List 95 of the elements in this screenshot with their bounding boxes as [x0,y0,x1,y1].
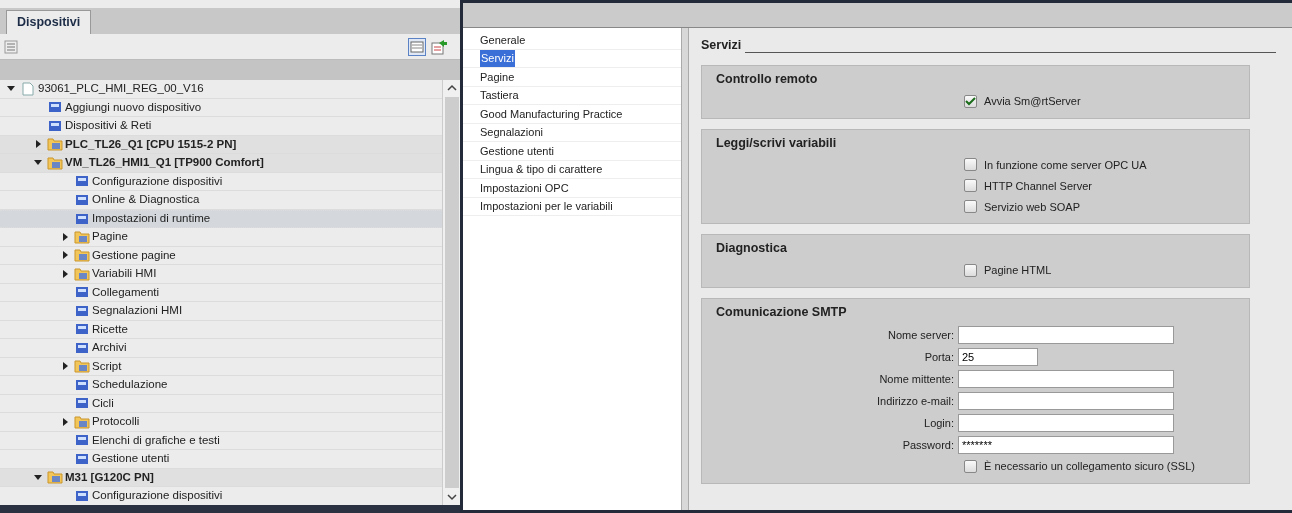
checkbox-label: HTTP Channel Server [984,178,1092,194]
field-label: Nome mittente: [878,371,955,387]
item-icon [48,118,62,133]
tree-item[interactable]: Online & Diagnostica [92,191,200,209]
checkbox-label: Pagine HTML [984,263,1052,279]
folder-icon [47,470,63,485]
input-field[interactable] [958,413,1174,432]
item-icon [48,100,62,115]
tree-item[interactable]: Schedulazione [92,376,168,394]
scrollbar[interactable] [442,80,460,505]
tree-item[interactable]: Collegamenti [92,283,160,301]
item-icon [75,322,89,337]
checkbox-label: Avvia Sm@rtServer [984,93,1081,109]
input-field[interactable]: 25 [958,347,1038,366]
expanded-arrow-icon[interactable] [7,86,15,92]
input-field[interactable] [958,369,1174,388]
field-label: Porta: [923,349,955,365]
tree-item[interactable]: 93061_PLC_HMI_REG_00_V16 [38,80,204,98]
tree-item[interactable]: Gestione utenti [92,450,170,468]
item-icon [75,451,89,466]
input-field[interactable] [958,391,1174,410]
tree-item[interactable]: Ricette [92,320,128,338]
tree-item[interactable]: Aggiungi nuovo dispositivo [65,98,202,116]
nav-item[interactable]: Segnalazioni [480,124,543,141]
checkbox-label: È necessario un collegamento sicuro (SSL) [984,459,1195,474]
collapsed-arrow-icon[interactable] [35,140,41,149]
item-icon [75,285,89,300]
item-icon [75,340,89,355]
folder-icon [74,229,90,244]
nav-item[interactable]: Servizi [480,50,515,67]
checkbox[interactable] [964,179,977,193]
input-field[interactable] [958,325,1174,344]
tree-item[interactable]: Protocolli [92,413,140,431]
folder-icon [74,414,90,429]
nav-item[interactable]: Impostazioni OPC [480,179,569,196]
nav-item[interactable]: Good Manufacturing Practice [480,105,623,122]
tree-item[interactable]: Script [92,357,122,375]
tree-item[interactable]: Variabili HMI [92,265,157,283]
checkbox[interactable] [964,94,977,108]
tree-item[interactable]: Elenchi di grafiche e testi [92,431,220,449]
checkbox-label: In funzione come server OPC UA [984,157,1147,173]
tree-item[interactable]: Cicli [92,394,114,412]
nav-item[interactable]: Impostazioni per le variabili [480,198,613,215]
collapsed-arrow-icon[interactable] [62,232,68,241]
expanded-arrow-icon[interactable] [34,474,42,480]
folder-icon [74,248,90,263]
tree-item[interactable]: M31 [G120C PN] [65,468,154,486]
tree-item[interactable]: Gestione pagine [92,246,176,264]
folder-icon [74,266,90,281]
tree-item[interactable]: Segnalazioni HMI [92,302,183,320]
collapsed-arrow-icon[interactable] [62,269,68,278]
collapsed-arrow-icon[interactable] [62,417,68,426]
nav-item[interactable]: Lingua & tipo di carattere [480,161,603,178]
checkbox[interactable] [964,264,977,277]
item-icon [75,192,89,207]
export-icon[interactable] [430,37,448,56]
group-title: Controllo remoto [716,70,819,88]
checkbox[interactable] [964,200,977,214]
checkbox[interactable] [964,459,977,473]
field-label: Indirizzo e-mail: [875,393,955,409]
nav-item[interactable]: Pagine [480,68,515,85]
item-icon [75,433,89,448]
expanded-arrow-icon[interactable] [34,160,42,166]
group-title: Comunicazione SMTP [716,304,848,321]
checkbox-label: Servizio web SOAP [984,199,1080,215]
tree-item[interactable]: Configurazione dispositivi [92,487,223,505]
nav-item[interactable]: Tastiera [480,87,519,104]
devices-tab[interactable]: Dispositivi [6,10,92,34]
tree-item[interactable]: Configurazione dispositivi [92,172,223,190]
tree-item[interactable]: Archivi [92,339,127,357]
field-label: Login: [923,415,955,431]
tree-item[interactable]: Pagine [92,228,128,246]
collapsed-arrow-icon[interactable] [62,251,68,260]
item-icon [75,396,89,411]
collapsed-arrow-icon[interactable] [62,362,68,371]
item-icon [75,303,89,318]
document-icon [22,81,34,96]
section-heading: Servizi [701,37,742,54]
field-label: Password: [901,437,955,453]
checkbox[interactable] [964,158,977,172]
field-label: Nome server: [886,327,955,343]
tree-item[interactable]: Dispositivi & Reti [65,117,152,135]
item-icon [75,377,89,392]
input-field[interactable]: ******* [958,435,1174,454]
nav-item[interactable]: Generale [480,31,526,48]
folder-icon [47,155,63,170]
group-title: Leggi/scrivi variabili [716,134,838,152]
nav-item[interactable]: Gestione utenti [480,142,554,159]
group-title: Diagnostica [716,240,788,258]
item-icon [75,488,89,503]
item-icon [75,174,89,189]
item-icon [75,211,89,226]
folder-icon [47,137,63,152]
list-view-icon[interactable] [408,37,426,56]
folder-icon [74,359,90,374]
